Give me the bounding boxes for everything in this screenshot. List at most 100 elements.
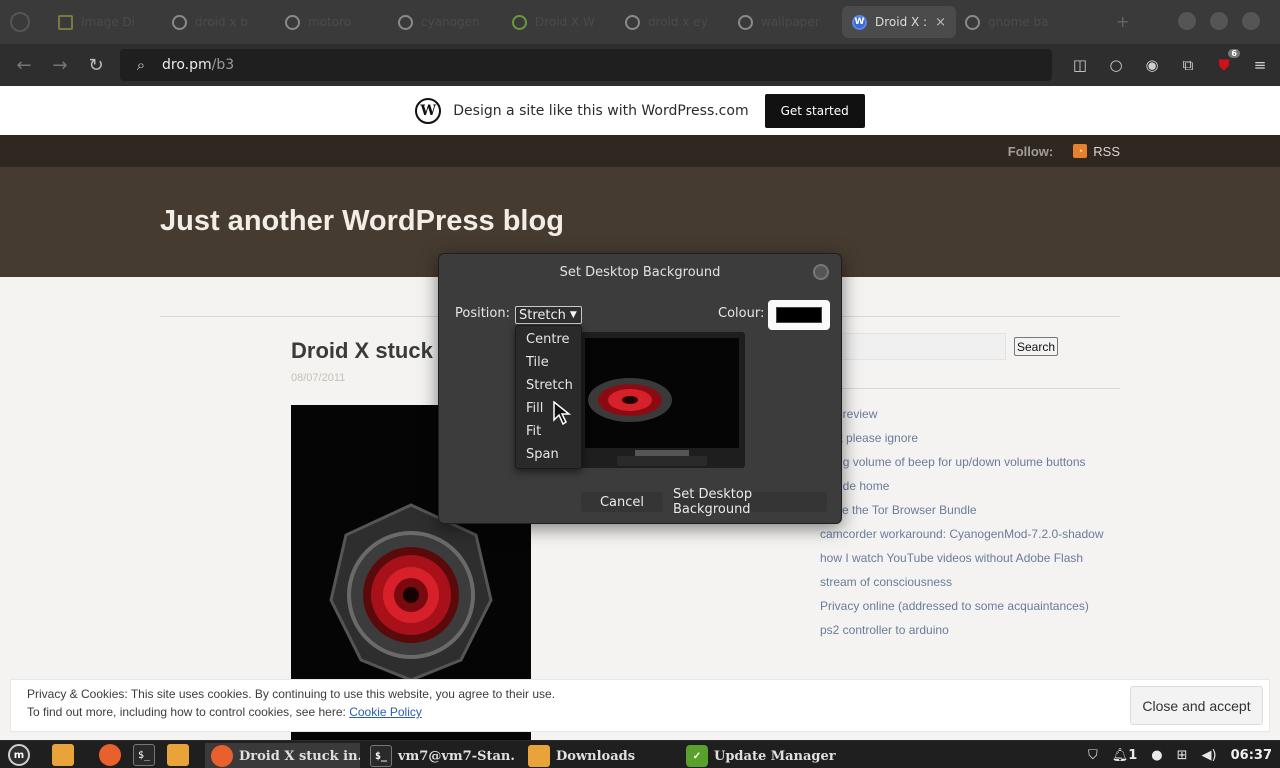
recent-post-link[interactable]: stream of consciousness [820,570,1140,594]
notifications-icon[interactable]: 🔔︎1 [1112,748,1138,763]
files-launcher-icon[interactable] [52,744,74,766]
position-label: Position: [455,306,510,321]
minimize-button[interactable] [1178,12,1196,30]
url-bar[interactable]: ⌕ dro.pm/b3 [120,49,1052,81]
colour-label: Colour: [718,306,765,321]
task-terminal[interactable]: $_ vm7@vm7-Stan... [364,743,516,768]
task-update-manager[interactable]: ✓ Update Manager [680,743,840,768]
option-centre[interactable]: Centre [526,332,569,347]
recent-post-link[interactable]: ke ride home [820,474,1140,498]
recent-post-link[interactable]: ps2 controller to arduino [820,618,1140,642]
menu-icon[interactable]: ≡ [1248,53,1272,77]
rss-icon: ◔ [1073,144,1088,158]
position-select-value: Stretch [519,307,566,323]
position-select[interactable]: Stretch ▼ [515,306,582,324]
clock[interactable]: 06:37 [1231,748,1272,763]
close-tab-icon[interactable]: × [935,15,946,30]
recent-post-link[interactable]: nging volume of beep for up/down volume … [820,450,1140,474]
tab[interactable]: cyanogen [388,6,496,38]
terminal-launcher-icon[interactable]: $_ [133,744,155,766]
url-host: dro.pm [162,57,212,73]
post-title[interactable]: Droid X stuck [291,338,433,364]
close-window-button[interactable] [1242,12,1260,30]
wordpress-banner: W Design a site like this with WordPress… [0,86,1280,135]
set-desktop-background-dialog: Set Desktop Background Position: Stretch… [438,253,842,524]
option-stretch[interactable]: Stretch [526,378,573,393]
task-firefox[interactable]: Droid X stuck in... [205,743,360,768]
folder-icon [528,745,550,767]
network-icon[interactable]: ⊞ [1177,748,1188,763]
google-icon [625,14,640,30]
preview-wallpaper-image [585,338,739,448]
reload-icon[interactable]: ↻ [78,44,114,86]
monitor-base [617,456,707,466]
search-button[interactable]: Search [1014,337,1058,356]
recent-post-link[interactable]: Privacy online (addressed to some acquai… [820,594,1140,618]
image-icon [58,14,73,30]
extensions-icon[interactable]: ⧉ [1176,53,1200,77]
folder-launcher-icon[interactable] [167,744,189,766]
tab[interactable]: Droid X W [502,6,610,38]
get-started-button[interactable]: Get started [764,93,865,128]
tab-label: gnome ba [988,15,1049,29]
google-icon [738,14,753,30]
user-icon[interactable]: ● [1151,748,1162,763]
close-and-accept-button[interactable]: Close and accept [1130,686,1263,725]
mint-menu-icon[interactable]: m [8,744,30,766]
shield-tray-icon[interactable]: ⛉ [1088,748,1098,763]
pocket-icon[interactable]: ◫ [1068,53,1092,77]
search-input[interactable] [840,333,1006,360]
circle-icon[interactable]: ○ [1104,53,1128,77]
tab-label: wallpaper [761,15,820,29]
cookie-policy-link[interactable]: Cookie Policy [349,705,422,719]
recent-post-link[interactable]: 2 in review [820,402,1140,426]
dialog-close-icon[interactable] [813,264,829,280]
blog-title[interactable]: Just another WordPress blog [160,205,564,238]
rss-link[interactable]: ◔ RSS [1073,144,1120,159]
sidebar-divider [820,388,1120,389]
option-tile[interactable]: Tile [526,355,549,370]
recent-post-link[interactable]: I love the Tor Browser Bundle [820,498,1140,522]
cancel-button[interactable]: Cancel [581,492,663,512]
option-span[interactable]: Span [526,447,559,462]
mouse-cursor-icon [553,401,571,425]
task-downloads[interactable]: Downloads [522,743,672,768]
tab[interactable]: motoro [275,6,383,38]
firefox-launcher-icon[interactable] [99,744,121,766]
ublock-icon[interactable]: ⛊ 6 [1212,49,1240,77]
forward-icon[interactable]: → [42,44,78,86]
wordpress-icon: W [852,14,867,30]
new-tab-icon[interactable]: + [1116,12,1129,31]
url-path: /b3 [211,57,235,73]
option-fill[interactable]: Fill [526,401,543,416]
firefox-icon [211,745,233,767]
recent-post-link[interactable]: post please ignore [820,426,1140,450]
system-tray: ⛉ 🔔︎1 ● ⊞ ◀︎) 06:37 [1088,741,1272,768]
tab[interactable]: gnome ba [955,6,1063,38]
browser-toolbar: ← → ↻ ⌕ dro.pm/b3 ◫ ○ ◉ ⧉ ⛊ 6 ≡ [0,44,1280,86]
maximize-button[interactable] [1210,12,1228,30]
recent-post-link[interactable]: how I watch YouTube videos without Adobe… [820,546,1140,570]
tab-label: Image Di [81,15,135,29]
colour-picker-button[interactable] [768,300,830,330]
volume-icon[interactable]: ◀︎) [1202,748,1217,763]
tab-active[interactable]: W Droid X : × [842,6,956,38]
recent-post-link[interactable]: camcorder workaround: CyanogenMod-7.2.0-… [820,522,1140,546]
tab[interactable]: droid x b [162,6,270,38]
account-icon[interactable]: ◉ [1140,53,1164,77]
tab[interactable]: Image Di [48,6,156,38]
screen: Image Di droid x b motoro cyanogen Droid… [0,0,1280,768]
position-dropdown-menu: Centre Tile Stretch Fill Fit Span [515,325,582,469]
tab[interactable]: droid x ey [615,6,723,38]
tab-label: Droid X W [535,15,595,29]
tab[interactable]: wallpaper [728,6,836,38]
banner-text: Design a site like this with WordPress.c… [453,102,749,119]
firefox-view-icon[interactable] [10,12,30,32]
taskbar: m $_ Droid X stuck in... $_ vm7@vm7-Stan.… [0,740,1280,768]
back-icon[interactable]: ← [6,44,42,86]
tab-label: motoro [308,15,352,29]
post-date[interactable]: 08/07/2011 [291,372,345,384]
option-fit[interactable]: Fit [526,424,541,439]
set-desktop-background-button[interactable]: Set Desktop Background [673,487,827,517]
task-label: vm7@vm7-Stan... [398,748,516,764]
